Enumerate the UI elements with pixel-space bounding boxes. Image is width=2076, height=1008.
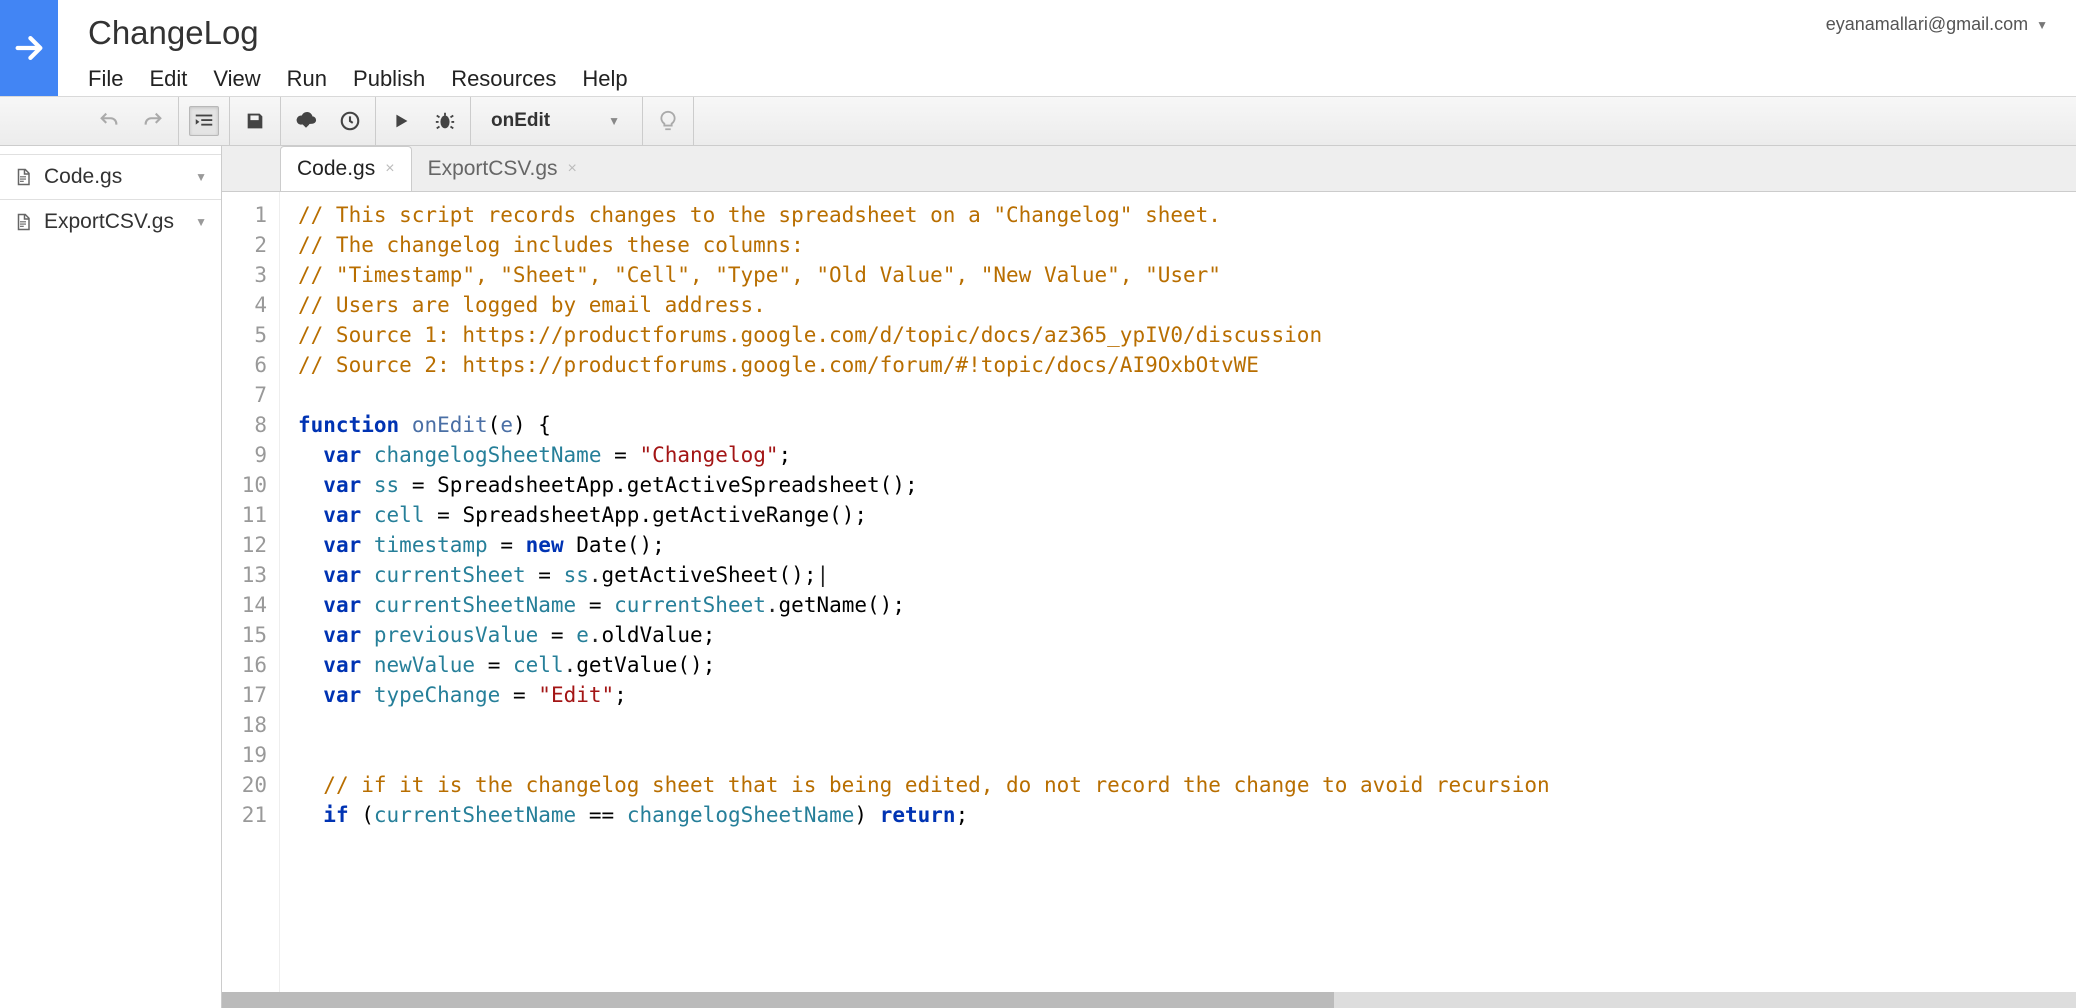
account-email: eyanamallari@gmail.com bbox=[1826, 14, 2028, 35]
indent-button[interactable] bbox=[189, 106, 219, 136]
caret-down-icon: ▼ bbox=[608, 114, 620, 128]
code-editor[interactable]: 123456789101112131415161718192021 // Thi… bbox=[222, 191, 2076, 992]
line-gutter: 123456789101112131415161718192021 bbox=[222, 192, 280, 992]
function-select[interactable]: onEdit ▼ bbox=[471, 97, 643, 145]
run-button[interactable] bbox=[386, 106, 416, 136]
triggers-button[interactable] bbox=[335, 106, 365, 136]
sidebar-file-code[interactable]: Code.gs ▼ bbox=[0, 154, 221, 200]
close-icon[interactable]: × bbox=[568, 160, 577, 178]
save-button[interactable] bbox=[240, 106, 270, 136]
caret-down-icon[interactable]: ▼ bbox=[195, 170, 207, 184]
editor-tabs: Code.gs × ExportCSV.gs × bbox=[222, 146, 2076, 191]
menu-file[interactable]: File bbox=[88, 66, 123, 92]
debug-button[interactable] bbox=[430, 106, 460, 136]
menu-publish[interactable]: Publish bbox=[353, 66, 425, 92]
scrollbar-thumb[interactable] bbox=[222, 992, 1334, 1008]
undo-button[interactable] bbox=[94, 106, 124, 136]
close-icon[interactable]: × bbox=[385, 160, 394, 178]
code-content[interactable]: // This script records changes to the sp… bbox=[280, 192, 2076, 992]
caret-down-icon: ▼ bbox=[2036, 18, 2048, 32]
sidebar-file-exportcsv[interactable]: ExportCSV.gs ▼ bbox=[0, 200, 221, 244]
menu-help[interactable]: Help bbox=[582, 66, 627, 92]
tab-code[interactable]: Code.gs × bbox=[280, 146, 412, 191]
file-icon bbox=[14, 167, 32, 187]
sidebar-file-label: ExportCSV.gs bbox=[44, 210, 174, 234]
tab-exportcsv[interactable]: ExportCSV.gs × bbox=[412, 146, 593, 191]
project-title[interactable]: ChangeLog bbox=[88, 14, 2076, 52]
file-icon bbox=[14, 212, 32, 232]
function-select-label: onEdit bbox=[491, 110, 550, 132]
menu-edit[interactable]: Edit bbox=[149, 66, 187, 92]
sidebar-file-label: Code.gs bbox=[44, 165, 122, 189]
menu-view[interactable]: View bbox=[213, 66, 260, 92]
horizontal-scrollbar[interactable] bbox=[222, 992, 2076, 1008]
deploy-button[interactable] bbox=[291, 106, 321, 136]
app-logo[interactable] bbox=[0, 0, 58, 96]
menu-run[interactable]: Run bbox=[287, 66, 327, 92]
menu-bar: File Edit View Run Publish Resources Hel… bbox=[88, 66, 2076, 92]
tab-label: Code.gs bbox=[297, 157, 375, 181]
menu-resources[interactable]: Resources bbox=[451, 66, 556, 92]
lightbulb-button[interactable] bbox=[653, 106, 683, 136]
toolbar: onEdit ▼ bbox=[0, 96, 2076, 146]
tab-label: ExportCSV.gs bbox=[428, 157, 558, 181]
redo-button[interactable] bbox=[138, 106, 168, 136]
account-menu[interactable]: eyanamallari@gmail.com ▼ bbox=[1826, 14, 2048, 35]
caret-down-icon[interactable]: ▼ bbox=[195, 215, 207, 229]
file-sidebar: Code.gs ▼ ExportCSV.gs ▼ bbox=[0, 146, 222, 1008]
